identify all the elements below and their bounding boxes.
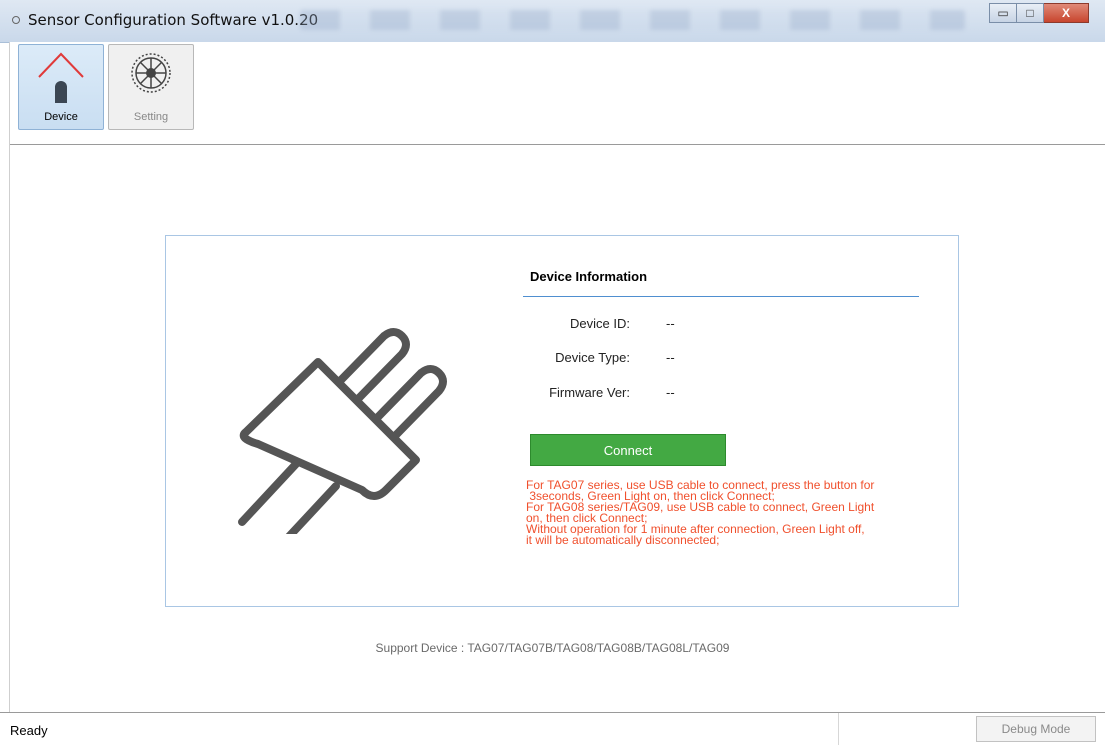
support-device-text: Support Device : TAG07/TAG07B/TAG08/TAG0… [375,641,730,655]
close-button[interactable]: X [1044,3,1089,23]
toolbar-device-label: Device [44,111,78,123]
device-type-value: -- [666,350,675,365]
minimize-icon: ▭ [997,6,1009,20]
device-id-label: Device ID: [570,316,630,331]
connect-button[interactable]: Connect [530,434,726,466]
firmware-ver-label: Firmware Ver: [549,385,630,400]
device-info-divider [523,296,919,297]
minimize-button[interactable]: ▭ [989,3,1017,23]
close-icon: X [1061,6,1070,20]
toolbar-setting-label: Setting [133,111,169,123]
toolbar: Device Setting [9,42,1105,145]
plug-icon [238,328,447,534]
device-panel: Device Information Device ID: -- Device … [165,235,959,607]
firmware-ver-value: -- [666,385,675,400]
status-bar: Ready Debug Mode [0,712,1105,745]
window-controls: ▭ □ X [989,3,1089,23]
maximize-icon: □ [1026,6,1034,20]
toolbar-device-button[interactable]: Device [18,44,104,130]
maximize-button[interactable]: □ [1017,3,1044,23]
instruction-line: it will be automatically disconnected; [526,533,720,547]
debug-mode-button[interactable]: Debug Mode [976,716,1096,742]
window-title: Sensor Configuration Software v1.0.20 [28,11,319,29]
connection-instructions: For TAG07 series, use USB cable to conne… [526,479,946,547]
home-icon [38,52,84,103]
title-bar-blurred-region [300,10,965,30]
window-left-edge [9,144,10,712]
status-text: Ready [10,723,48,738]
device-id-value: -- [666,316,675,331]
app-icon[interactable] [12,16,20,24]
title-bar: Sensor Configuration Software v1.0.20 ▭ … [0,0,1105,43]
gear-icon [131,53,171,93]
device-type-label: Device Type: [555,350,630,365]
device-info-title: Device Information [530,269,648,284]
status-separator [838,713,839,745]
toolbar-setting-button[interactable]: Setting [108,44,194,130]
